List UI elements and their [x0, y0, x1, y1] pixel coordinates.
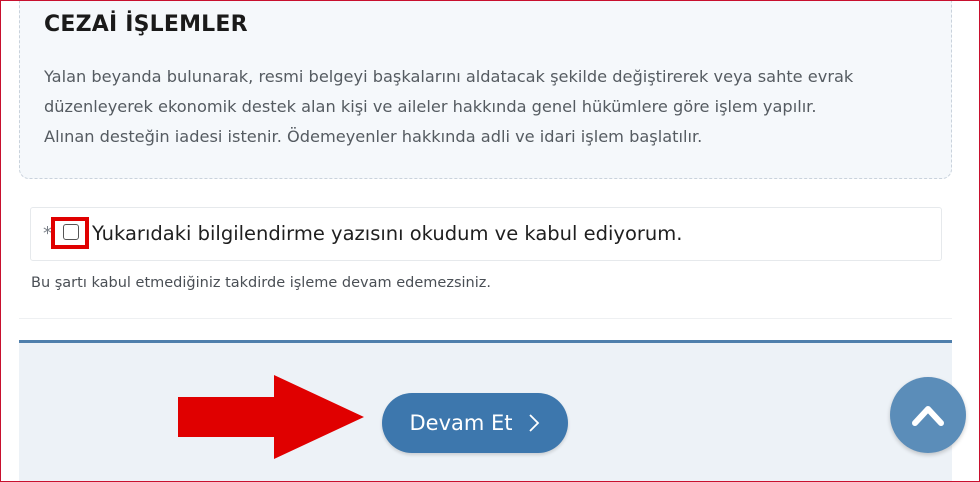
divider	[19, 318, 952, 319]
info-line-3: Alınan desteğin iadesi istenir. Ödemeyen…	[44, 127, 703, 146]
info-text: Yalan beyanda bulunarak, resmi belgeyi b…	[44, 62, 934, 152]
continue-button[interactable]: Devam Et	[382, 393, 568, 453]
penal-actions-info-box: CEZAİ İŞLEMLER Yalan beyanda bulunarak, …	[19, 0, 952, 179]
continue-button-label: Devam Et	[409, 411, 513, 435]
info-line-1: Yalan beyanda bulunarak, resmi belgeyi b…	[44, 67, 854, 86]
scroll-to-top-button[interactable]	[890, 377, 966, 453]
info-title: CEZAİ İŞLEMLER	[44, 12, 248, 37]
consent-checkbox[interactable]	[63, 224, 79, 240]
consent-row: * Yukarıdaki bilgilendirme yazısını okud…	[30, 207, 942, 261]
red-arrow-annotation	[178, 375, 364, 459]
consent-warning-text: Bu şartı kabul etmediğiniz takdirde işle…	[31, 275, 491, 291]
chevron-up-icon	[912, 406, 944, 426]
info-line-2: düzenleyerek ekonomik destek alan kişi v…	[44, 97, 817, 116]
consent-label[interactable]: Yukarıdaki bilgilendirme yazısını okudum…	[92, 222, 682, 245]
chevron-right-icon	[528, 414, 539, 432]
